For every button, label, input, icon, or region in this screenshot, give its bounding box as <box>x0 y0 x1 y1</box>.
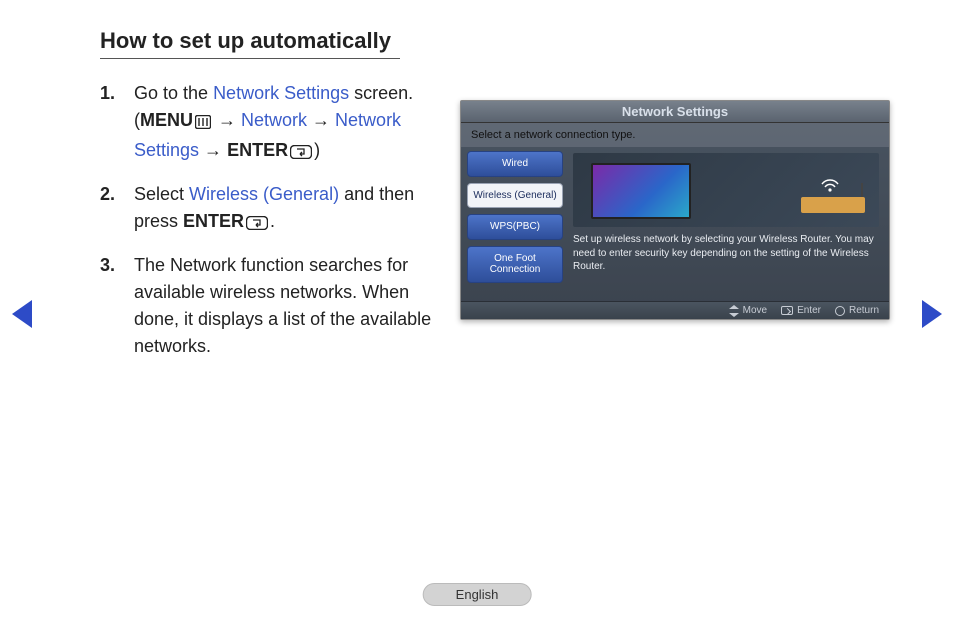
text: The Network function searches for availa… <box>134 255 431 356</box>
footer-enter-label: Enter <box>797 305 821 316</box>
step-1: 1. Go to the Network Settings screen. (M… <box>100 80 440 167</box>
connection-options: Wired Wireless (General) WPS(PBC) One Fo… <box>461 147 569 305</box>
label-enter: ENTER <box>227 140 288 160</box>
step-2: 2. Select Wireless (General) and then pr… <box>100 181 440 238</box>
text: Select <box>134 184 189 204</box>
router-icon <box>801 197 865 213</box>
arrow: → <box>213 110 241 130</box>
label-enter: ENTER <box>183 211 244 231</box>
footer-move: Move <box>729 305 767 316</box>
text: ) <box>314 140 320 160</box>
step-body: Go to the Network Settings screen. (MENU… <box>134 80 440 167</box>
panel-subhead: Select a network connection type. <box>461 123 889 147</box>
network-settings-panel: Network Settings Select a network connec… <box>460 100 890 320</box>
enter-icon <box>246 211 268 238</box>
footer-return-label: Return <box>849 305 879 316</box>
panel-header: Network Settings <box>461 101 889 123</box>
prev-page-icon[interactable] <box>12 300 32 328</box>
panel-footer: Move Enter Return <box>461 301 889 319</box>
arrow: → <box>199 140 227 160</box>
page-title: How to set up automatically <box>100 28 400 59</box>
tv-icon <box>591 163 691 219</box>
move-icon <box>729 306 739 316</box>
enter-icon <box>290 140 312 167</box>
footer-enter: Enter <box>781 305 821 316</box>
step-body: Select Wireless (General) and then press… <box>134 181 440 238</box>
connection-illustration <box>573 153 879 227</box>
footer-move-label: Move <box>743 305 767 316</box>
text: Go to the <box>134 83 213 103</box>
step-number: 3. <box>100 252 134 360</box>
return-icon <box>835 306 845 316</box>
arrow: → <box>307 110 335 130</box>
option-description: Set up wireless network by selecting you… <box>573 233 879 274</box>
link-network[interactable]: Network <box>241 110 307 130</box>
link-wireless-general[interactable]: Wireless (General) <box>189 184 339 204</box>
wifi-icon <box>819 173 841 195</box>
step-3: 3. The Network function searches for ava… <box>100 252 440 360</box>
option-wired[interactable]: Wired <box>467 151 563 177</box>
next-page-icon[interactable] <box>922 300 942 328</box>
step-body: The Network function searches for availa… <box>134 252 440 360</box>
link-network-settings[interactable]: Network Settings <box>213 83 349 103</box>
option-wps-pbc[interactable]: WPS(PBC) <box>467 214 563 240</box>
instructions-list: 1. Go to the Network Settings screen. (M… <box>100 80 440 374</box>
enter-icon <box>781 306 793 315</box>
footer-return: Return <box>835 305 879 316</box>
step-number: 1. <box>100 80 134 167</box>
option-wireless-general[interactable]: Wireless (General) <box>467 183 563 209</box>
option-one-foot-connection[interactable]: One Foot Connection <box>467 246 563 283</box>
label-menu: MENU <box>140 110 193 130</box>
menu-icon <box>195 110 211 137</box>
step-number: 2. <box>100 181 134 238</box>
language-pill[interactable]: English <box>423 583 532 606</box>
text: . <box>270 211 275 231</box>
